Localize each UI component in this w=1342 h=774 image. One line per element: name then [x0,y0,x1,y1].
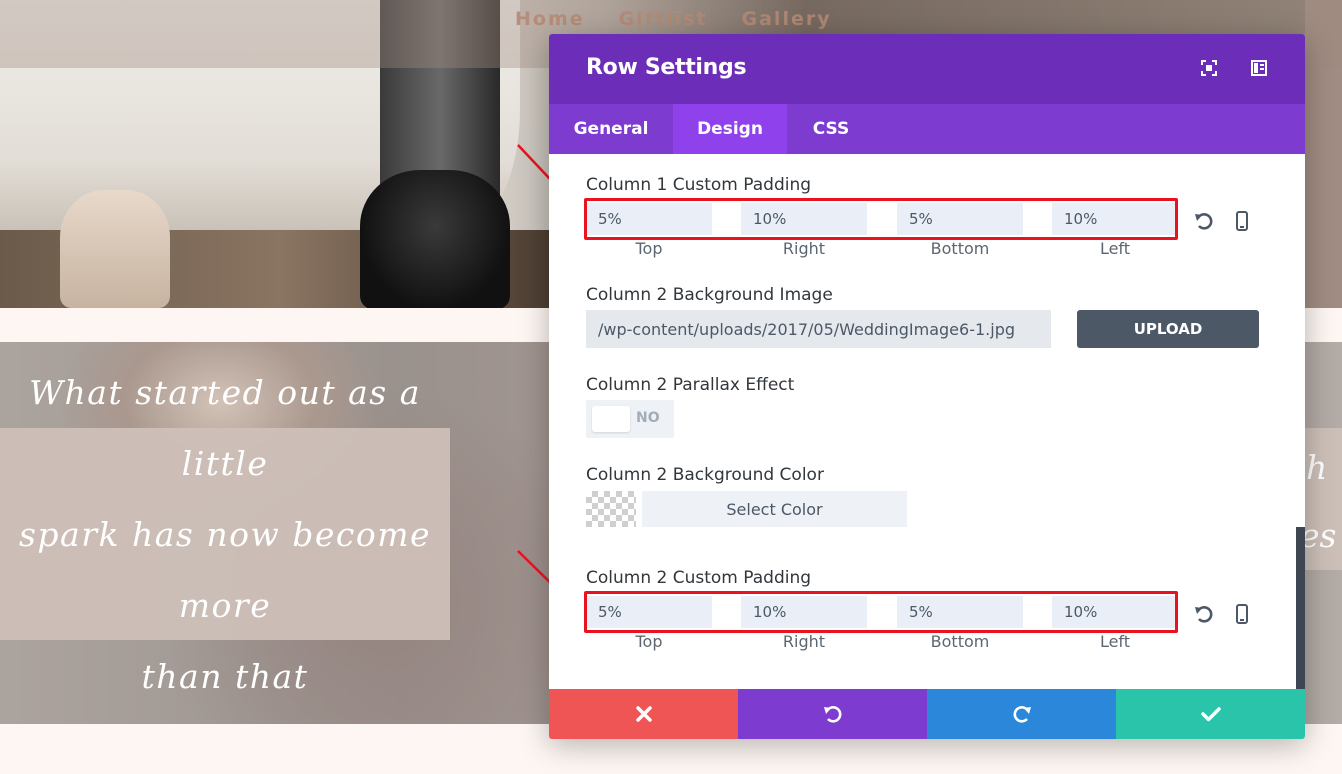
quote-fragment: h [1306,448,1328,487]
upload-button[interactable]: UPLOAD [1077,310,1259,348]
column2-padding-label: Column 2 Custom Padding [586,568,812,588]
column2-padding-row: 5% 10% 5% 10% Top Right Bottom Left [586,596,1178,651]
nav-gallery[interactable]: Gallery [742,8,832,30]
check-icon [1200,707,1221,722]
tab-general[interactable]: General [549,104,673,154]
padding-caption-left: Left [1099,239,1131,258]
column2-padding-left-input[interactable]: 10% [1052,596,1178,628]
groom-shoe-shape [360,170,510,310]
quote-fragment: es [1300,516,1337,555]
row-settings-modal: Row Settings General Design CSS Column 1… [549,34,1305,739]
column2-padding-top-input[interactable]: 5% [586,596,712,628]
cancel-button[interactable] [549,689,738,739]
scrollbar[interactable] [1296,527,1305,689]
modal-footer [549,689,1305,739]
undo-icon [823,706,841,723]
modal-tabs: General Design CSS [549,104,1305,154]
quote-line: spark has now become more [18,514,432,625]
padding-caption-top: Top [635,632,663,651]
reset-icon[interactable] [1193,603,1215,625]
padding-caption-right: Right [782,239,826,258]
save-button[interactable] [1116,689,1305,739]
undo-button[interactable] [738,689,927,739]
column1-padding-row: 5% 10% 5% 10% Top Right Bottom Left [586,203,1178,258]
close-icon [635,706,652,722]
site-nav: Home Giftlist Gallery [515,8,832,30]
quote-text: What started out as a little spark has n… [6,357,444,712]
column1-padding-right-input[interactable]: 10% [741,203,867,235]
column2-padding-bottom-input[interactable]: 5% [897,596,1023,628]
column2-padding-right-input[interactable]: 10% [741,596,867,628]
padding-caption-top: Top [635,239,663,258]
column1-padding-left-input[interactable]: 10% [1052,203,1178,235]
toggle-state-label: NO [636,410,660,426]
reset-icon[interactable] [1193,210,1215,232]
tab-design[interactable]: Design [673,104,787,154]
column2-bg-image-label: Column 2 Background Image [586,285,833,305]
nav-home[interactable]: Home [515,8,585,30]
padding-caption-left: Left [1099,632,1131,651]
modal-header: Row Settings [549,34,1305,104]
parallax-toggle[interactable]: NO [586,400,674,438]
padding-caption-right: Right [782,632,826,651]
column1-padding-top-input[interactable]: 5% [586,203,712,235]
select-color-button[interactable]: Select Color [642,491,907,527]
redo-icon [1013,706,1031,723]
mobile-icon[interactable] [1231,603,1253,625]
modal-title: Row Settings [586,55,747,80]
redo-button[interactable] [927,689,1116,739]
tab-css[interactable]: CSS [787,104,875,154]
quote-line: What started out as a little [29,372,421,483]
padding-caption-bottom: Bottom [930,632,990,651]
column2-bg-image-input[interactable]: /wp-content/uploads/2017/05/WeddingImage… [586,310,1051,348]
quote-box: What started out as a little spark has n… [0,373,450,696]
mobile-icon[interactable] [1231,210,1253,232]
column1-padding-label: Column 1 Custom Padding [586,175,812,195]
nav-giftlist[interactable]: Giftlist [619,8,708,30]
expand-icon[interactable] [1199,58,1219,78]
padding-caption-bottom: Bottom [930,239,990,258]
quote-line: than that [141,656,309,696]
modal-body: Column 1 Custom Padding 5% 10% 5% 10% To… [549,154,1305,689]
column2-bg-color-label: Column 2 Background Color [586,465,824,485]
bride-shoe-shape [60,190,170,308]
column1-padding-bottom-input[interactable]: 5% [897,203,1023,235]
color-swatch[interactable] [586,491,636,527]
toggle-knob [592,406,630,432]
column2-parallax-label: Column 2 Parallax Effect [586,375,795,395]
sidebar-layout-icon[interactable] [1249,58,1269,78]
